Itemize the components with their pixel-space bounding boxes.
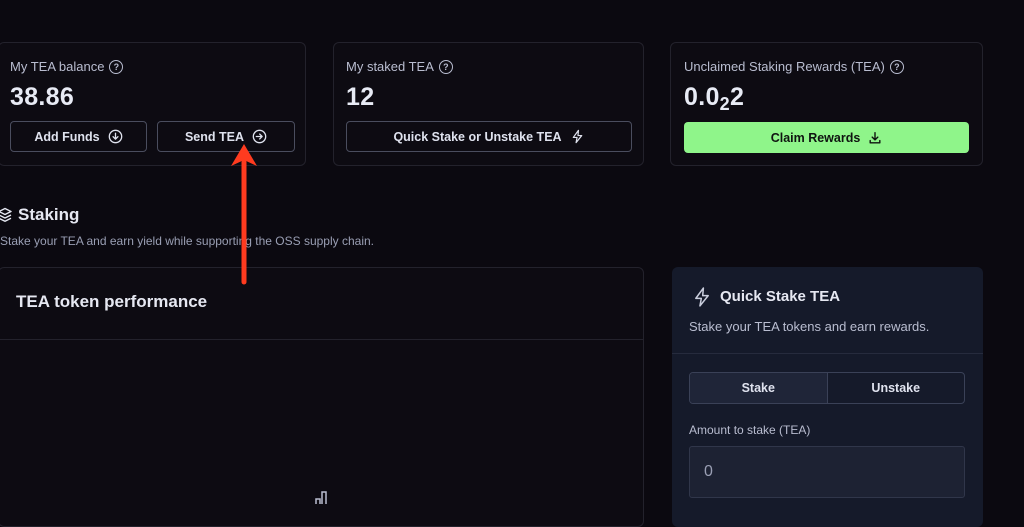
staked-value: 12 [346, 83, 375, 111]
staked-label-row: My staked TEA ? [346, 59, 453, 74]
quick-stake-title: Quick Stake TEA [720, 288, 841, 305]
rewards-value: 0.022 [684, 83, 745, 114]
quick-stake-subtitle: Stake your TEA tokens and earn rewards. [689, 319, 930, 334]
rewards-value-main: 0.0 [684, 83, 720, 111]
balance-label: My TEA balance [10, 59, 105, 74]
divider [0, 339, 643, 340]
rewards-value-sub: 2 [719, 94, 730, 114]
tab-unstake[interactable]: Unstake [828, 373, 965, 403]
divider [672, 353, 983, 354]
bar-chart-icon [315, 491, 327, 504]
balance-value: 38.86 [10, 83, 75, 111]
balance-card: My TEA balance ? 38.86 Add Funds Send TE… [0, 42, 306, 166]
download-icon [869, 131, 881, 144]
staking-subtitle: Stake your TEA and earn yield while supp… [0, 234, 374, 248]
download-circle-icon [108, 129, 122, 144]
claim-rewards-label: Claim Rewards [770, 130, 861, 145]
rewards-label: Unclaimed Staking Rewards (TEA) [684, 59, 885, 74]
tab-stake[interactable]: Stake [690, 373, 828, 403]
help-icon[interactable]: ? [438, 59, 453, 74]
send-tea-button[interactable]: Send TEA [157, 121, 295, 152]
annotation-arrow [231, 144, 257, 285]
rewards-card: Unclaimed Staking Rewards (TEA) ? 0.022 … [670, 42, 983, 166]
lightning-icon [695, 287, 709, 307]
help-icon[interactable]: ? [889, 59, 904, 74]
add-funds-label: Add Funds [34, 129, 100, 144]
lightning-icon [572, 129, 582, 144]
balance-label-row: My TEA balance ? [10, 59, 124, 74]
rewards-label-row: Unclaimed Staking Rewards (TEA) ? [684, 59, 904, 74]
staking-heading: Staking [0, 205, 79, 225]
layers-icon [0, 207, 12, 222]
claim-rewards-button[interactable]: Claim Rewards [684, 122, 969, 153]
quick-stake-panel: Quick Stake TEA Stake your TEA tokens an… [672, 267, 983, 527]
staked-label: My staked TEA [346, 59, 434, 74]
amount-input[interactable]: 0 [689, 446, 965, 498]
amount-label: Amount to stake (TEA) [689, 423, 811, 437]
quick-stake-button[interactable]: Quick Stake or Unstake TEA [346, 121, 632, 152]
add-funds-button[interactable]: Add Funds [10, 121, 147, 152]
stake-toggle: Stake Unstake [689, 372, 965, 404]
help-icon[interactable]: ? [109, 59, 124, 74]
staked-card: My staked TEA ? 12 Quick Stake or Unstak… [333, 42, 644, 166]
quick-stake-label: Quick Stake or Unstake TEA [393, 129, 562, 144]
rewards-value-tail: 2 [729, 83, 745, 111]
performance-card: TEA token performance [0, 267, 644, 527]
performance-title: TEA token performance [16, 292, 208, 311]
staking-title: Staking [18, 205, 80, 224]
